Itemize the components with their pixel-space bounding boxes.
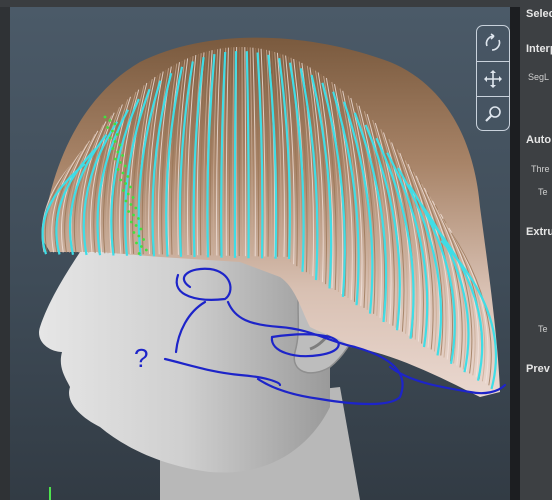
guide-strand [233, 51, 238, 258]
selected-point [113, 122, 117, 126]
selected-point [142, 238, 146, 241]
section-auto: Auto [526, 134, 552, 146]
selected-point [137, 252, 141, 255]
selected-point [126, 175, 130, 178]
panel-divider [510, 7, 520, 500]
selected-point [131, 196, 135, 199]
selected-point [129, 203, 133, 206]
selected-point [118, 143, 122, 147]
3d-viewport[interactable]: ? [10, 7, 511, 500]
pan-icon [484, 70, 502, 88]
selected-point [103, 115, 107, 119]
view-navigation-bar [476, 25, 510, 131]
selected-point [111, 129, 114, 133]
selected-point [134, 206, 138, 210]
selected-point [116, 150, 120, 154]
selected-point [137, 234, 141, 238]
selected-point [123, 164, 127, 168]
zoom-button[interactable] [477, 96, 509, 131]
orbit-button[interactable] [477, 26, 509, 60]
selected-point [134, 224, 138, 227]
texture-label-1: Te [538, 187, 548, 197]
annotation-question-mark: ? [134, 343, 148, 373]
selected-point [116, 133, 119, 136]
selected-point [122, 189, 125, 192]
section-extrude: Extru [526, 226, 552, 238]
selected-point [121, 154, 124, 157]
selected-point [124, 182, 127, 185]
selected-point [119, 161, 122, 164]
selected-point [127, 210, 130, 213]
selected-point [121, 171, 125, 175]
selected-point [135, 241, 138, 245]
seglen-label: SegL [528, 72, 550, 82]
selected-point [116, 168, 120, 171]
orbit-icon [485, 33, 501, 51]
texture-label-2: Te [538, 324, 548, 334]
selected-point [144, 248, 148, 252]
selected-point [124, 199, 128, 203]
selected-point [139, 227, 143, 231]
section-preview: Prev [526, 363, 550, 375]
zoom-icon [485, 106, 501, 122]
threshold-label: Thre [531, 164, 550, 174]
selected-point [114, 157, 117, 161]
properties-panel: Selec Interp SegL Auto Thre Te Extru Te … [520, 0, 552, 500]
selected-point [137, 217, 140, 220]
hair-scene: ? [39, 37, 507, 500]
selected-point [108, 136, 112, 140]
selected-point [132, 213, 135, 217]
section-select: Selec [526, 8, 552, 20]
section-interpolation: Interp [526, 43, 552, 55]
selected-point [129, 220, 133, 224]
selected-point [140, 245, 143, 248]
selected-point [126, 192, 130, 196]
selected-point [111, 147, 115, 150]
selected-point [113, 140, 117, 143]
selected-point [119, 178, 123, 182]
selected-point [108, 119, 112, 122]
left-strip [0, 7, 10, 500]
pan-button[interactable] [477, 61, 509, 96]
window-top-bar [0, 0, 552, 7]
selected-point [132, 231, 136, 234]
selected-point [129, 185, 132, 189]
selected-point [106, 126, 109, 129]
